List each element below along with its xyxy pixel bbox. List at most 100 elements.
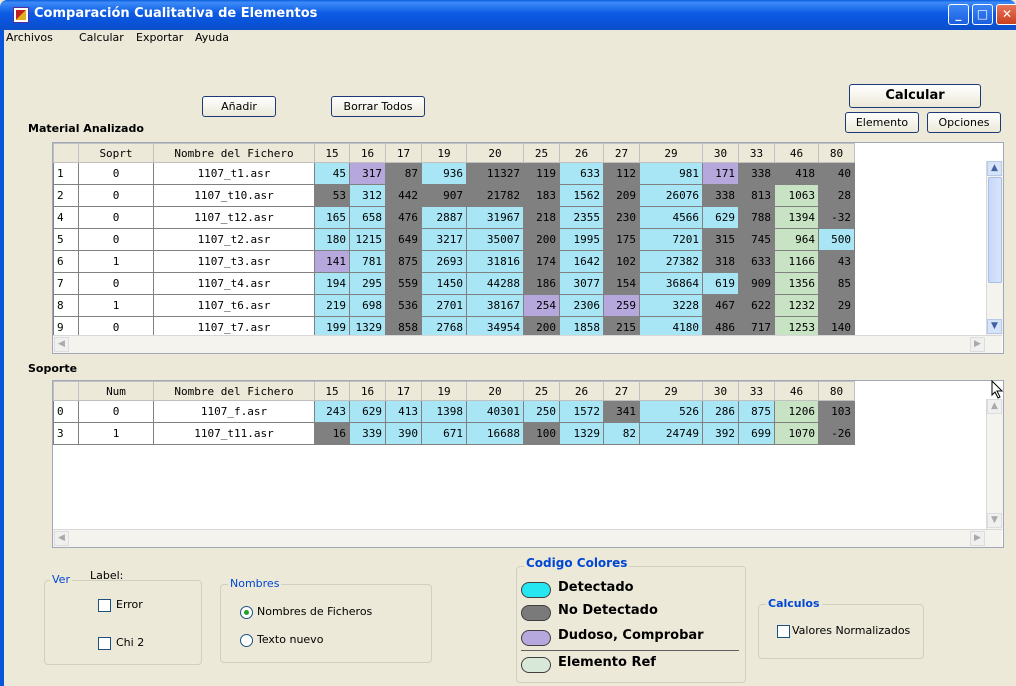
table-cell[interactable]: 250 <box>523 400 560 423</box>
menu-ayuda[interactable]: Ayuda <box>195 31 229 44</box>
add-button[interactable]: Añadir <box>202 96 276 117</box>
table-cell[interactable]: 36864 <box>639 272 703 295</box>
table-row[interactable]: 7 0 1107_t4.asr 194 295 559 1450 44288 186 3077 15… <box>53 272 855 295</box>
table-cell[interactable]: 526 <box>639 400 703 423</box>
table-cell[interactable]: 171 <box>702 162 739 185</box>
table-cell[interactable]: 1107_t11.asr <box>153 422 315 445</box>
table-cell[interactable]: 1450 <box>421 272 467 295</box>
clear-all-button[interactable]: Borrar Todos <box>331 96 425 117</box>
table-cell[interactable]: 629 <box>702 206 739 229</box>
table-cell[interactable]: 936 <box>421 162 467 185</box>
table-cell[interactable]: 230 <box>603 206 640 229</box>
table-row[interactable]: 5 0 1107_t2.asr 180 1215 649 3217 35007 200 1995 1… <box>53 228 855 251</box>
table-cell[interactable]: 1063 <box>774 184 819 207</box>
table-cell[interactable]: 141 <box>314 250 350 273</box>
table-cell[interactable]: 40 <box>818 162 855 185</box>
table-cell[interactable]: 100 <box>523 422 560 445</box>
soporte-table[interactable]: Num Nombre del Fichero 15 16 17 19 20 25 26 27 29 3… <box>52 380 1004 548</box>
table-cell[interactable]: 1 <box>78 294 154 317</box>
table-cell[interactable]: 0 <box>78 162 154 185</box>
table-cell[interactable]: 1356 <box>774 272 819 295</box>
table-cell[interactable]: 318 <box>702 250 739 273</box>
table-cell[interactable]: 0 <box>78 184 154 207</box>
table-row[interactable]: 2 0 1107_t10.asr 53 312 442 907 21782 183 1562 209… <box>53 184 855 207</box>
table-cell[interactable]: -32 <box>818 206 855 229</box>
column-header[interactable]: 15 <box>314 381 350 401</box>
table-cell[interactable]: 1394 <box>774 206 819 229</box>
column-header[interactable]: 26 <box>559 381 604 401</box>
column-header[interactable]: 20 <box>466 381 524 401</box>
table-cell[interactable]: 103 <box>818 400 855 423</box>
column-header[interactable]: 29 <box>639 381 703 401</box>
table-cell[interactable]: 21782 <box>466 184 524 207</box>
column-header[interactable]: 27 <box>603 381 640 401</box>
column-header[interactable]: 19 <box>421 143 467 163</box>
table-cell[interactable]: 1166 <box>774 250 819 273</box>
scroll-up-icon[interactable]: ▲ <box>987 399 1002 414</box>
column-header[interactable]: 27 <box>603 143 640 163</box>
table-cell[interactable]: 2355 <box>559 206 604 229</box>
table-cell[interactable]: 476 <box>385 206 422 229</box>
column-header[interactable]: Nombre del Fichero <box>153 381 315 401</box>
table-cell[interactable]: 981 <box>639 162 703 185</box>
table-cell[interactable]: 964 <box>774 228 819 251</box>
table-cell[interactable]: 31967 <box>466 206 524 229</box>
table-cell[interactable]: 536 <box>385 294 422 317</box>
table-cell[interactable]: 87 <box>385 162 422 185</box>
table-cell[interactable]: 6 <box>53 250 79 273</box>
table-cell[interactable]: 27382 <box>639 250 703 273</box>
table-cell[interactable]: 1215 <box>349 228 386 251</box>
table-cell[interactable]: 317 <box>349 162 386 185</box>
table-cell[interactable]: 745 <box>738 228 775 251</box>
table-cell[interactable]: 0 <box>78 400 154 423</box>
table-row[interactable]: 3 1 1107_t11.asr 16 339 390 671 16688 100 1329 82 2… <box>53 422 855 445</box>
column-header[interactable]: 46 <box>774 381 819 401</box>
scroll-down-icon[interactable]: ▼ <box>987 319 1002 334</box>
table-cell[interactable]: 315 <box>702 228 739 251</box>
table-cell[interactable]: 186 <box>523 272 560 295</box>
table-cell[interactable]: 781 <box>349 250 386 273</box>
column-header[interactable]: 17 <box>385 143 422 163</box>
table-cell[interactable]: 1107_t6.asr <box>153 294 315 317</box>
chi2-checkbox[interactable] <box>98 637 111 650</box>
radio-file-names[interactable] <box>240 606 253 619</box>
table-cell[interactable]: 3077 <box>559 272 604 295</box>
table-cell[interactable]: 2 <box>53 184 79 207</box>
options-button[interactable]: Opciones <box>927 112 1001 133</box>
table-cell[interactable]: 11327 <box>466 162 524 185</box>
table-cell[interactable]: 259 <box>603 294 640 317</box>
table-cell[interactable]: 1107_f.asr <box>153 400 315 423</box>
table-cell[interactable]: 194 <box>314 272 350 295</box>
table-cell[interactable]: 2701 <box>421 294 467 317</box>
column-header[interactable]: 16 <box>349 143 386 163</box>
column-header[interactable]: 30 <box>702 143 739 163</box>
table-cell[interactable]: 907 <box>421 184 467 207</box>
radio-new-text[interactable] <box>240 634 253 647</box>
table-cell[interactable]: 1107_t2.asr <box>153 228 315 251</box>
horizontal-scrollbar[interactable]: ◀ ▶ <box>53 529 1002 547</box>
column-header[interactable]: 33 <box>738 381 775 401</box>
table-cell[interactable]: 7 <box>53 272 79 295</box>
column-header[interactable]: 17 <box>385 381 422 401</box>
column-header[interactable]: 80 <box>818 381 855 401</box>
column-header[interactable]: 16 <box>349 381 386 401</box>
table-cell[interactable]: 31816 <box>466 250 524 273</box>
scroll-right-icon[interactable]: ▶ <box>970 337 985 352</box>
table-cell[interactable]: 82 <box>603 422 640 445</box>
table-cell[interactable]: 1572 <box>559 400 604 423</box>
table-cell[interactable]: 622 <box>738 294 775 317</box>
table-cell[interactable]: 390 <box>385 422 422 445</box>
table-cell[interactable]: 29 <box>818 294 855 317</box>
scroll-right-icon[interactable]: ▶ <box>970 531 985 546</box>
scroll-left-icon[interactable]: ◀ <box>54 531 69 546</box>
table-cell[interactable]: 119 <box>523 162 560 185</box>
table-cell[interactable]: 1206 <box>774 400 819 423</box>
table-cell[interactable]: 3228 <box>639 294 703 317</box>
column-header[interactable]: 33 <box>738 143 775 163</box>
scroll-down-icon[interactable]: ▼ <box>987 513 1002 528</box>
scroll-up-icon[interactable]: ▲ <box>987 161 1002 176</box>
table-cell[interactable]: 0 <box>78 206 154 229</box>
table-cell[interactable]: 339 <box>349 422 386 445</box>
column-header[interactable]: Nombre del Fichero <box>153 143 315 163</box>
table-cell[interactable]: 43 <box>818 250 855 273</box>
